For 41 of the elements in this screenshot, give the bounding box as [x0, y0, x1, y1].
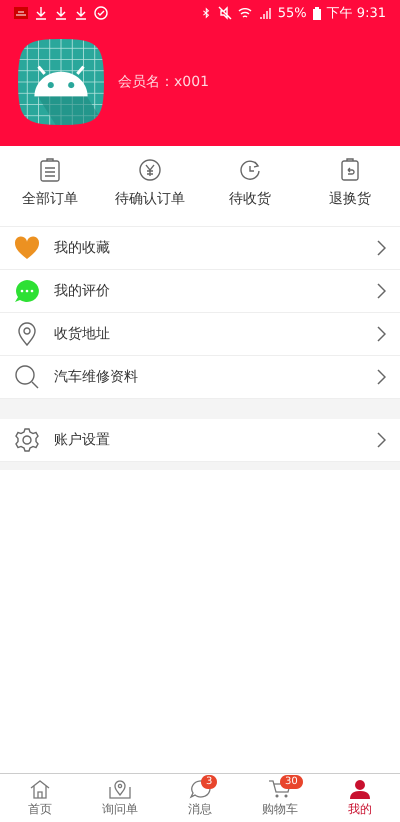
- chat-bubble-icon: [14, 279, 40, 303]
- search-icon: [14, 365, 40, 389]
- order-status-button[interactable]: 全部订单: [0, 150, 100, 226]
- tab-bar-item[interactable]: 询问单: [80, 774, 160, 822]
- home-icon: [29, 778, 51, 798]
- map-pin-icon: [108, 778, 132, 798]
- chevron-right-icon: [376, 240, 386, 256]
- battery-icon: [312, 6, 321, 20]
- count-badge: 3: [201, 774, 218, 788]
- check-circle-icon: [94, 6, 108, 20]
- order-status-button[interactable]: 待确认订单: [100, 150, 200, 226]
- app-notification-icon: [14, 7, 28, 19]
- download-icon: [54, 6, 68, 20]
- member-name: 会员名：x001: [118, 73, 210, 91]
- clock-icon: [238, 158, 262, 182]
- mute-icon: [218, 6, 232, 20]
- tab-bar-item[interactable]: 我的: [320, 774, 400, 822]
- wifi-icon: [238, 6, 252, 20]
- signal-icon: [258, 6, 272, 20]
- tab-bar-item[interactable]: 首页: [0, 774, 80, 822]
- clock-time: 下午 9:31: [326, 5, 386, 22]
- yen-icon: [138, 158, 162, 182]
- bluetooth-icon: [202, 6, 212, 20]
- order-status-button[interactable]: 退换货: [300, 150, 400, 226]
- tab-bar-item[interactable]: 3 消息: [160, 774, 240, 822]
- battery-percent: 55%: [278, 6, 307, 20]
- chevron-right-icon: [376, 326, 386, 342]
- download-icon: [34, 6, 48, 20]
- order-status-button[interactable]: 待收货: [200, 150, 300, 226]
- tab-bar-item[interactable]: 30 购物车: [240, 774, 320, 822]
- clipboard-icon: [39, 158, 61, 182]
- chevron-right-icon: [376, 369, 386, 385]
- count-badge: 30: [280, 774, 303, 788]
- person-icon: [349, 778, 371, 798]
- chat-icon: [189, 778, 211, 798]
- download-icon: [74, 6, 88, 20]
- chevron-right-icon: [376, 432, 386, 448]
- clipboard-return-icon: [340, 158, 360, 182]
- settings-icon: [14, 428, 40, 452]
- chevron-right-icon: [376, 283, 386, 299]
- heart-icon: [14, 236, 40, 260]
